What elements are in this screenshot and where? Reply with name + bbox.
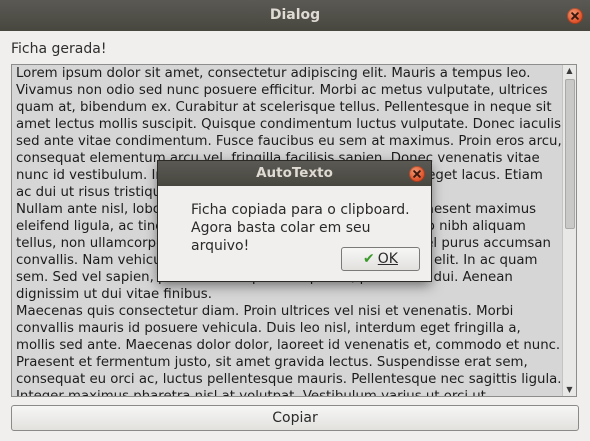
vertical-scrollbar[interactable]: ▲ ▼: [562, 65, 576, 396]
dialog-window: Dialog Ficha gerada! Lorem ipsum dolor s…: [0, 0, 590, 441]
autotexto-dialog: AutoTexto Ficha copiada para o clipboard…: [158, 161, 431, 281]
window-title: Dialog: [269, 7, 321, 23]
ok-button[interactable]: ✔ OK: [341, 247, 420, 271]
check-icon: ✔: [363, 251, 375, 267]
page-title: Ficha gerada!: [11, 41, 107, 57]
scrollbar-thumb[interactable]: [565, 79, 575, 229]
ok-button-label: OK: [377, 251, 398, 267]
dialog-message-line-1: Ficha copiada para o clipboard.: [191, 202, 410, 218]
arrow-up-icon[interactable]: ▲: [563, 65, 576, 77]
window-close-icon[interactable]: [567, 8, 583, 24]
arrow-down-icon[interactable]: ▼: [563, 384, 576, 396]
window-titlebar[interactable]: Dialog: [0, 0, 590, 31]
dialog-titlebar[interactable]: AutoTexto: [158, 161, 431, 186]
dialog-title: AutoTexto: [256, 165, 333, 181]
copy-button[interactable]: Copiar: [11, 405, 579, 431]
dialog-close-icon[interactable]: [409, 166, 425, 182]
